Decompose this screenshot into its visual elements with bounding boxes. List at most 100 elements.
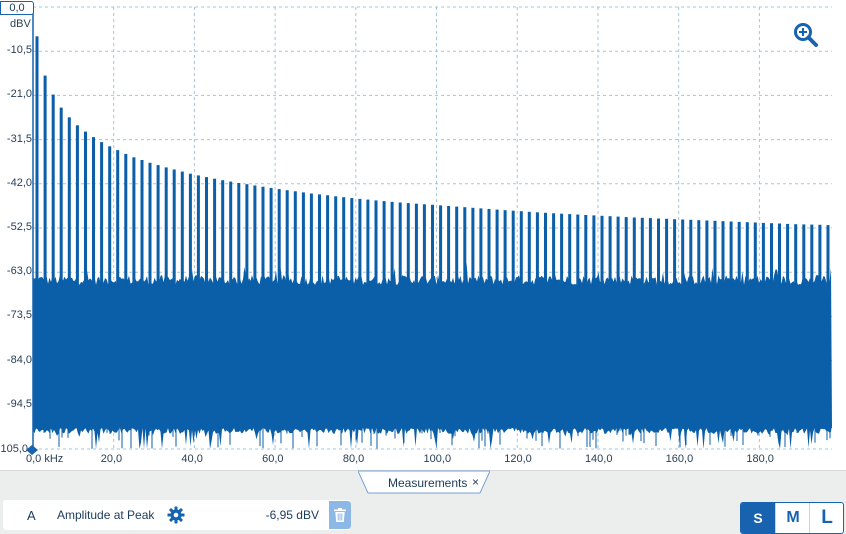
harmonic-peak (334, 196, 338, 289)
harmonic-peak (640, 217, 644, 289)
harmonic-peak (648, 218, 652, 289)
x-tick-label: 160,0 (665, 453, 694, 465)
harmonic-peak (705, 220, 709, 289)
harmonic-peak (568, 214, 572, 289)
y-tick-label: -31,5 (6, 132, 32, 145)
harmonic-peak (745, 222, 749, 289)
harmonic-peak (293, 191, 297, 289)
harmonic-peak (600, 215, 604, 289)
measurements-tab-label: Measurements (388, 476, 468, 490)
harmonic-peak (681, 219, 685, 289)
x-tick-label: 40,0 (181, 453, 203, 465)
harmonic-peak (592, 215, 596, 289)
harmonic-peak (665, 218, 669, 289)
harmonic-peak (350, 198, 354, 289)
harmonic-peak (721, 221, 725, 289)
harmonic-peak (84, 131, 87, 289)
harmonic-peak (180, 171, 184, 289)
harmonic-peak (213, 178, 217, 289)
size-toggle-group: S M L (740, 502, 844, 534)
harmonic-peak (374, 200, 378, 289)
harmonic-peak (463, 207, 467, 289)
harmonic-peak (519, 211, 523, 289)
harmonic-peak (59, 107, 63, 289)
harmonic-peak (584, 215, 588, 289)
harmonic-peak (689, 219, 693, 289)
harmonic-peak (366, 199, 370, 289)
harmonic-peak (132, 157, 136, 289)
harmonic-peak (326, 195, 330, 289)
harmonic-peak (826, 225, 830, 289)
harmonic-peak (406, 203, 410, 289)
measurements-tab[interactable]: Measurements × (358, 470, 490, 494)
harmonic-peak (455, 206, 459, 289)
spectrum-plot[interactable]: 0,0 dBV -10,5 -21,0 -31,5 -42,0 -52,5 -63,0 -7… (0, 0, 846, 470)
size-medium-button[interactable]: M (775, 503, 810, 533)
harmonic-peak (221, 180, 225, 289)
harmonic-peak (382, 201, 386, 289)
x-tick-label: 140,0 (584, 453, 613, 465)
harmonic-peak (431, 204, 434, 289)
zoom-in-icon[interactable] (793, 22, 819, 48)
harmonic-peak (560, 213, 564, 289)
y-tick-label: -10,5 (6, 44, 32, 57)
harmonic-peak (511, 210, 515, 289)
harmonic-peak (818, 224, 822, 289)
y-tick-label: -63,0 (6, 265, 32, 278)
harmonic-peak (471, 207, 475, 289)
harmonic-peak (43, 75, 47, 289)
harmonic-peak (358, 198, 362, 289)
harmonic-peak (657, 218, 660, 289)
harmonic-peak (277, 189, 281, 289)
harmonic-peak (552, 213, 556, 289)
x-tick-label: 80,0 (342, 453, 365, 465)
harmonic-peak (487, 209, 491, 289)
y-tick-label: -84,0 (6, 353, 32, 366)
harmonic-peak (624, 217, 628, 289)
harmonic-peak (124, 153, 128, 289)
measurements-close-icon[interactable]: × (472, 475, 479, 489)
measurement-row[interactable]: A Amplitude at Peak -6,95 dBV (3, 500, 351, 530)
harmonic-peak (737, 221, 741, 289)
harmonic-peak (301, 192, 305, 289)
trash-icon (334, 508, 346, 522)
harmonic-peak (770, 223, 773, 289)
harmonic-peak (616, 216, 620, 289)
harmonic-peak (503, 210, 507, 289)
x-tick-label: 120,0 (504, 453, 532, 465)
harmonic-peak (164, 167, 168, 289)
harmonic-peak (447, 206, 451, 289)
harmonic-peak (810, 224, 814, 289)
delete-measurement-button[interactable] (329, 501, 351, 529)
y-tick-label: -73,5 (6, 309, 32, 322)
size-small-button[interactable]: S (741, 503, 775, 533)
y-axis-min-handle[interactable] (0, 442, 40, 458)
harmonic-peak (100, 142, 104, 289)
harmonic-peak (414, 203, 418, 289)
x-tick-label: 20,0 (100, 453, 123, 465)
harmonic-peak (697, 220, 701, 289)
harmonic-peak (802, 224, 806, 289)
size-large-button[interactable]: L (809, 503, 843, 533)
harmonic-peak (285, 190, 289, 289)
harmonic-peak (196, 175, 200, 289)
y-axis-unit: dBV (10, 18, 31, 30)
harmonic-peak (205, 177, 208, 289)
harmonic-peak (544, 212, 547, 289)
harmonic-peak (495, 209, 499, 289)
gear-icon[interactable] (167, 506, 185, 524)
harmonic-peak (390, 201, 394, 289)
harmonic-peak (156, 165, 160, 289)
bottom-panel: Measurements × A Amplitude at Peak -6,95… (0, 470, 846, 534)
harmonic-peak (422, 204, 426, 289)
harmonic-peak (729, 221, 733, 289)
measurement-value: -6,95 dBV (265, 508, 319, 522)
y-tick-label: -94,5 (6, 397, 32, 410)
harmonic-peak (188, 173, 192, 289)
harmonic-peak (172, 169, 176, 289)
harmonic-peak (527, 211, 531, 289)
harmonic-peak (576, 214, 580, 289)
harmonic-peak (673, 219, 677, 289)
spectrum-chart[interactable] (0, 0, 846, 470)
y-axis-max-label[interactable]: 0,0 (0, 1, 34, 15)
